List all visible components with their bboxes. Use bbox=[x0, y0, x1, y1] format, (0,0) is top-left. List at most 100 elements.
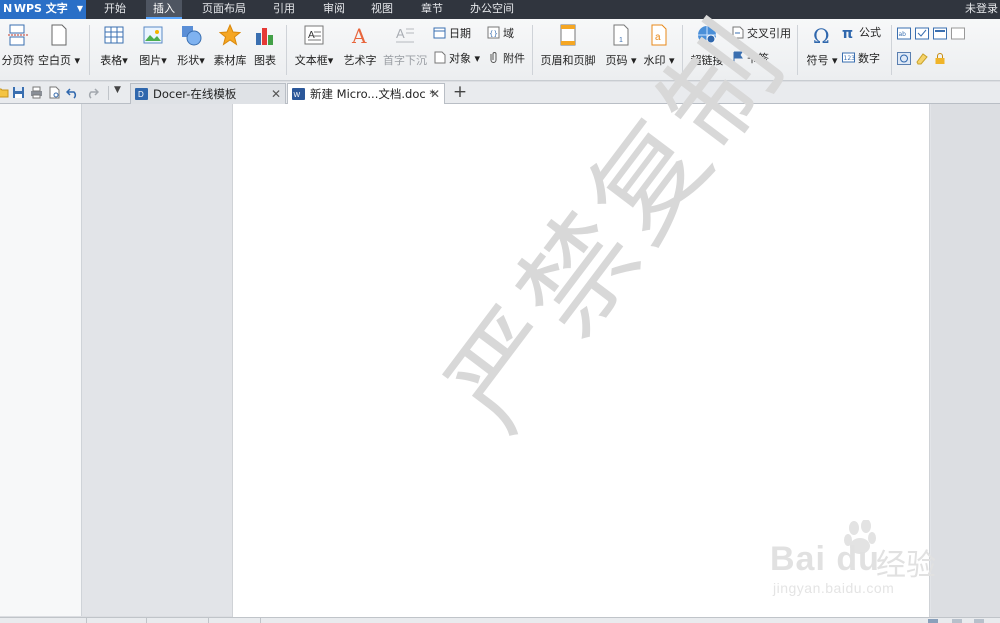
form-textbox-icon[interactable]: ab bbox=[897, 27, 911, 40]
lock-icon[interactable] bbox=[933, 52, 947, 65]
eraser-icon[interactable] bbox=[915, 52, 929, 65]
symbol-label: 符号 bbox=[806, 54, 829, 67]
checkbox-control-icon[interactable] bbox=[915, 27, 929, 40]
web-view-icon[interactable] bbox=[952, 619, 962, 623]
table-button[interactable]: 表格▾ bbox=[92, 23, 136, 77]
table-icon bbox=[104, 26, 124, 44]
picture-label: 图片 bbox=[139, 54, 162, 67]
app-menu-button[interactable]: N WPS 文字 ▼ bbox=[0, 0, 86, 19]
svg-text:Ω: Ω bbox=[813, 24, 830, 46]
menu-item-page-layout[interactable]: 页面布局 bbox=[196, 0, 252, 19]
design-mode-icon[interactable] bbox=[897, 52, 911, 65]
drop-cap-button: A 首字下沉 bbox=[381, 23, 429, 77]
save-icon[interactable] bbox=[12, 86, 25, 99]
menu-item-office-space[interactable]: 办公空间 bbox=[464, 0, 520, 19]
table-label: 表格 bbox=[100, 54, 123, 67]
header-footer-icon bbox=[560, 24, 576, 46]
blank-page-label: 空白页 bbox=[37, 54, 71, 67]
baidu-wordmark: Bai du bbox=[770, 540, 880, 578]
wordart-button[interactable]: A 艺术字 bbox=[338, 23, 382, 77]
page-break-button[interactable]: 分页符 bbox=[0, 23, 40, 77]
drop-cap-label: 首字下沉 bbox=[383, 54, 427, 67]
menu-item-start[interactable]: 开始 bbox=[96, 0, 134, 19]
close-icon[interactable]: ✕ bbox=[271, 84, 281, 104]
svg-text:A: A bbox=[396, 26, 405, 41]
chart-label: 图表 bbox=[254, 54, 276, 67]
blank-page-button[interactable]: 空白页 ▾ bbox=[36, 23, 82, 77]
print-icon[interactable] bbox=[30, 86, 43, 99]
shape-label: 形状 bbox=[177, 54, 200, 67]
status-divider bbox=[86, 618, 87, 623]
field-button[interactable]: {} 域 bbox=[487, 25, 514, 43]
status-bar bbox=[0, 617, 1000, 623]
word-doc-icon: W bbox=[292, 88, 305, 100]
close-icon[interactable]: ✕ bbox=[430, 84, 440, 104]
svg-text:a: a bbox=[655, 32, 661, 43]
ribbon-divider bbox=[532, 25, 533, 75]
chevron-down-icon: ▼ bbox=[76, 4, 83, 13]
undo-icon[interactable] bbox=[66, 86, 79, 99]
svg-text:{}: {} bbox=[489, 30, 498, 38]
svg-text:A: A bbox=[351, 24, 367, 46]
tab-docer-templates[interactable]: D Docer-在线模板 ✕ bbox=[130, 83, 286, 104]
number-label: 数字 bbox=[858, 52, 880, 65]
field-icon: {} bbox=[487, 26, 500, 39]
page-view-icon[interactable] bbox=[928, 619, 938, 623]
date-label: 日期 bbox=[449, 27, 471, 40]
menu-item-insert[interactable]: 插入 bbox=[146, 0, 182, 19]
new-tab-button[interactable]: + bbox=[452, 83, 468, 103]
picture-icon bbox=[143, 26, 163, 44]
frame-control-icon[interactable] bbox=[951, 27, 965, 40]
omega-icon: Ω bbox=[813, 24, 830, 46]
calendar-icon bbox=[433, 27, 446, 39]
tab-new-document[interactable]: W 新建 Micro...文档.doc * ✕ bbox=[287, 83, 445, 105]
menu-bar: N WPS 文字 ▼ 开始 插入 页面布局 引用 审阅 视图 章节 办公空间 未… bbox=[0, 0, 1000, 19]
pi-icon: π bbox=[842, 26, 854, 42]
login-link[interactable]: 未登录 bbox=[965, 0, 1000, 19]
formula-button[interactable]: π 公式 bbox=[842, 24, 881, 42]
tab-label: Docer-在线模板 bbox=[153, 87, 237, 101]
tab-bar: ▼ D Docer-在线模板 ✕ W 新建 Micro...文档.doc * ✕ bbox=[0, 82, 1000, 105]
textbox-button[interactable]: A 文本框▾ bbox=[290, 23, 338, 77]
header-footer-label: 页眉和页脚 bbox=[540, 54, 596, 67]
shape-button[interactable]: 形状▾ bbox=[169, 23, 213, 77]
ribbon-divider bbox=[891, 25, 892, 75]
drop-cap-icon: A bbox=[396, 26, 414, 43]
svg-text:123: 123 bbox=[844, 55, 856, 62]
baidu-url: jingyan.baidu.com bbox=[773, 580, 895, 596]
attachment-button[interactable]: 附件 bbox=[487, 50, 525, 68]
symbol-button[interactable]: Ω 符号 ▾ bbox=[800, 23, 844, 77]
menu-item-review[interactable]: 审阅 bbox=[316, 0, 352, 19]
customize-dropdown-icon[interactable]: ▼ bbox=[114, 85, 121, 95]
jingyan-wordmark: 经验 bbox=[876, 548, 936, 583]
field-label: 域 bbox=[503, 27, 514, 40]
object-label: 对象 bbox=[449, 52, 471, 65]
header-footer-button[interactable]: 页眉和页脚 bbox=[537, 23, 599, 77]
shape-icon bbox=[182, 26, 202, 46]
textbox-icon: A bbox=[304, 25, 324, 45]
blank-page-icon bbox=[51, 24, 67, 46]
svg-text:1: 1 bbox=[619, 37, 623, 44]
tab-label: 新建 Micro...文档.doc * bbox=[310, 87, 436, 101]
number-icon: 123 bbox=[842, 52, 856, 63]
folder-icon[interactable] bbox=[0, 86, 9, 99]
chart-button[interactable]: 图表 bbox=[243, 23, 287, 77]
date-button[interactable]: 日期 bbox=[433, 25, 471, 43]
number-button[interactable]: 123 数字 bbox=[842, 50, 880, 68]
ribbon-divider bbox=[89, 25, 90, 75]
svg-text:W: W bbox=[294, 92, 301, 99]
redo-icon[interactable] bbox=[86, 86, 99, 99]
print-preview-icon[interactable] bbox=[48, 86, 61, 99]
menu-item-chapter[interactable]: 章节 bbox=[414, 0, 450, 19]
menu-item-view[interactable]: 视图 bbox=[364, 0, 400, 19]
outline-view-icon[interactable] bbox=[974, 619, 984, 623]
object-button[interactable]: 对象 ▾ bbox=[433, 50, 480, 68]
menu-item-references[interactable]: 引用 bbox=[266, 0, 302, 19]
object-icon bbox=[434, 51, 446, 64]
dropdown-control-icon[interactable] bbox=[933, 27, 947, 40]
page-number-label: 页码 bbox=[605, 54, 628, 67]
svg-text:ab: ab bbox=[899, 31, 907, 38]
bar-chart-icon bbox=[256, 28, 273, 45]
star-icon bbox=[219, 24, 241, 46]
wordart-label: 艺术字 bbox=[343, 54, 377, 67]
